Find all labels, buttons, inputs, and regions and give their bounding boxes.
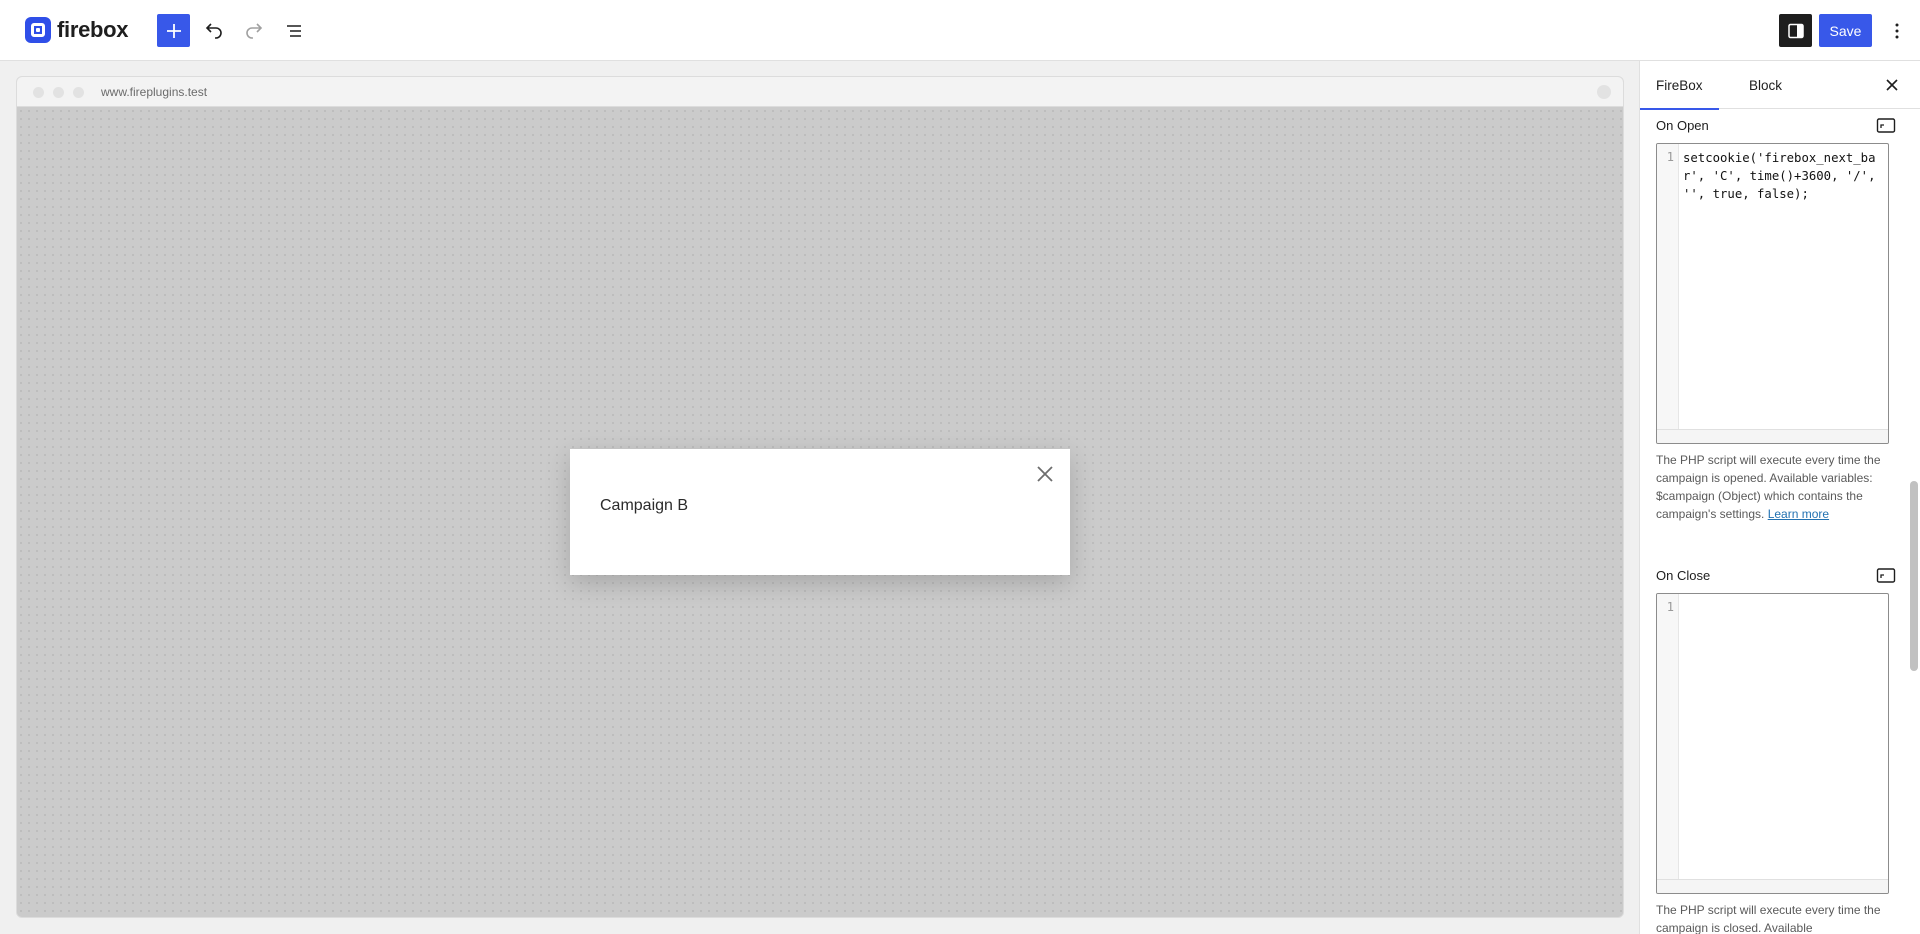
document-overview-button[interactable] — [277, 14, 310, 47]
more-vertical-icon — [1895, 23, 1898, 38]
firebox-logo[interactable]: firebox — [25, 17, 129, 43]
settings-sidebar: FireBox Block On Open 1 setcookie('fireb… — [1639, 61, 1920, 934]
fullscreen-editor-icon[interactable] — [1876, 567, 1896, 585]
on-close-label: On Close — [1656, 568, 1711, 583]
on-open-code[interactable]: setcookie('firebox_next_bar', 'C', time(… — [1683, 149, 1882, 203]
browser-address-bar: www.fireplugins.test — [17, 77, 1623, 107]
on-close-help: The PHP script will execute every time t… — [1656, 901, 1891, 934]
on-open-help: The PHP script will execute every time t… — [1656, 451, 1891, 523]
page-overlay: Campaign B — [17, 107, 1623, 917]
close-sidebar-button[interactable] — [1882, 75, 1902, 95]
app-name: firebox — [57, 17, 129, 42]
sidebar-tabs: FireBox Block — [1640, 61, 1920, 110]
on-close-code-editor[interactable]: 1 — [1656, 593, 1889, 894]
window-dot-icon — [53, 87, 64, 98]
undo-icon — [205, 22, 222, 39]
scrollbar-thumb[interactable] — [1910, 481, 1918, 671]
close-icon[interactable] — [1034, 463, 1056, 485]
line-number-gutter: 1 — [1657, 594, 1679, 879]
browser-url: www.fireplugins.test — [101, 85, 208, 99]
plus-icon — [166, 23, 181, 38]
horizontal-scrollbar[interactable] — [1657, 879, 1888, 893]
on-open-code-editor[interactable]: 1 setcookie('firebox_next_bar', 'C', tim… — [1656, 143, 1889, 444]
campaign-popup[interactable]: Campaign B — [570, 449, 1070, 575]
line-number-gutter: 1 — [1657, 144, 1679, 429]
window-dot-icon — [33, 87, 44, 98]
firebox-logo-icon — [25, 17, 51, 43]
add-block-button[interactable] — [157, 14, 190, 47]
editor-toolbar: firebox Save — [0, 0, 1920, 61]
close-icon — [1886, 79, 1898, 91]
learn-more-link[interactable]: Learn more — [1768, 507, 1829, 521]
undo-button[interactable] — [197, 14, 230, 47]
list-view-icon — [286, 24, 301, 37]
tab-firebox[interactable]: FireBox — [1640, 61, 1719, 110]
redo-button[interactable] — [237, 14, 270, 47]
save-button[interactable]: Save — [1819, 14, 1872, 47]
on-open-label: On Open — [1656, 118, 1709, 133]
options-menu-button[interactable] — [1880, 14, 1913, 47]
tab-block[interactable]: Block — [1733, 61, 1798, 109]
on-close-help-text: The PHP script will execute every time t… — [1656, 903, 1881, 934]
sidebar-scrollbar[interactable] — [1910, 111, 1918, 931]
editor-canvas: www.fireplugins.test Campaign B — [0, 61, 1639, 934]
redo-icon — [245, 22, 262, 39]
sidebar-toggle-icon — [1787, 23, 1804, 38]
fullscreen-editor-icon[interactable] — [1876, 117, 1896, 135]
horizontal-scrollbar[interactable] — [1657, 429, 1888, 443]
browser-preview-frame: www.fireplugins.test Campaign B — [16, 76, 1624, 918]
settings-sidebar-toggle[interactable] — [1779, 14, 1812, 47]
browser-circle-icon — [1597, 85, 1611, 99]
window-dot-icon — [73, 87, 84, 98]
popup-title[interactable]: Campaign B — [600, 497, 688, 515]
